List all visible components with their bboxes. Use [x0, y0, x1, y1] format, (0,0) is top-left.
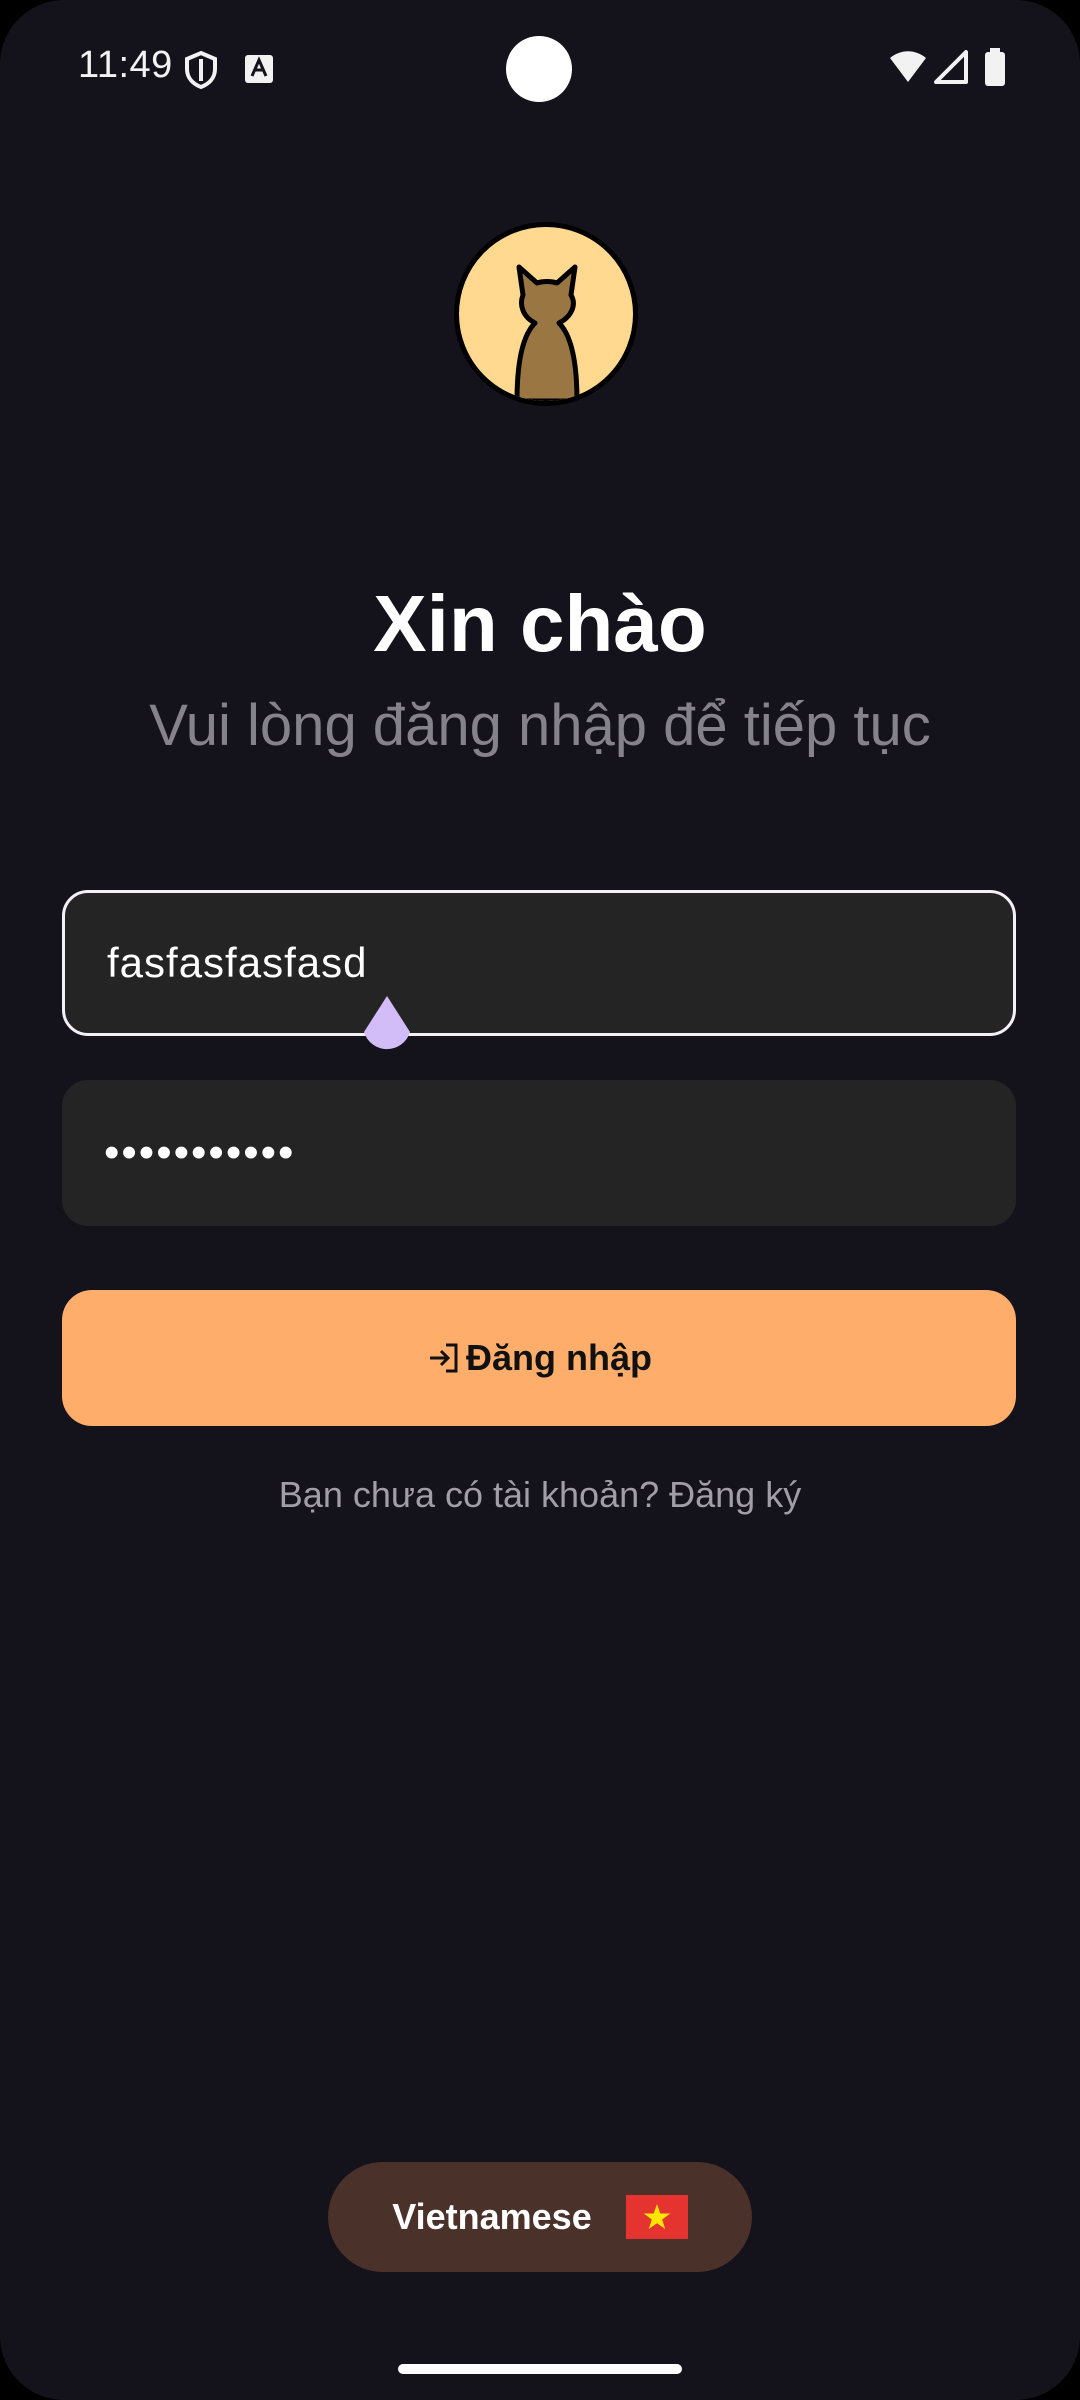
- vietnam-flag-icon: [625, 2195, 688, 2239]
- cat-icon: [514, 264, 580, 401]
- language-selector-button[interactable]: Vietnamese: [328, 2162, 752, 2272]
- greeting-title: Xin chào: [373, 579, 707, 668]
- login-icon: [430, 1343, 458, 1373]
- username-input[interactable]: fasfasfasfasd: [62, 890, 1016, 1036]
- password-value: •••••••••••: [104, 1128, 296, 1177]
- password-input[interactable]: •••••••••••: [62, 1080, 1016, 1226]
- signal-icon: [934, 50, 968, 84]
- shield-icon: [185, 50, 217, 90]
- wifi-icon: [890, 51, 926, 82]
- language-label: Vietnamese: [392, 2196, 592, 2237]
- login-button-label: Đăng nhập: [466, 1337, 652, 1378]
- a-badge-icon: [245, 55, 273, 83]
- battery-icon: [985, 48, 1005, 86]
- signup-link[interactable]: Bạn chưa có tài khoản? Đăng ký: [0, 1474, 1080, 1516]
- username-value: fasfasfasfasd: [107, 939, 368, 986]
- text-cursor-handle[interactable]: [360, 994, 414, 1060]
- front-camera: [506, 36, 572, 102]
- status-time: 11:49: [78, 44, 173, 86]
- greeting-subtitle: Vui lòng đăng nhập để tiếp tục: [149, 693, 931, 758]
- login-screen: 11:49 Xin chào Vui lòng đăng nhập để tiế…: [0, 0, 1080, 2400]
- cat-avatar: [454, 222, 638, 406]
- home-indicator[interactable]: [398, 2364, 682, 2374]
- login-button[interactable]: Đăng nhập: [62, 1290, 1016, 1426]
